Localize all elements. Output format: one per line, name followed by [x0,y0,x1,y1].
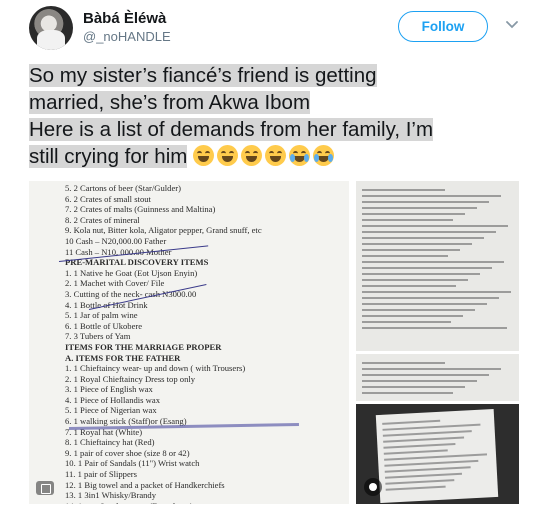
blurred-line [362,380,477,382]
blurred-line [362,231,497,233]
author-name[interactable]: Bàbá Èléwà [83,10,166,27]
blurred-line [362,279,468,281]
document-line: 8. 1 Chieftaincy hat (Red) [65,437,155,448]
blurred-line [362,213,465,215]
document-line: 6. 1 Bottle of Ukobere [65,320,143,331]
emoji-row [187,145,337,168]
document-line: 9. 1 pair of cover shoe (size 8 or 42) [65,447,190,458]
blurred-line [362,297,500,299]
tweet-text-line: So my sister’s fiancé’s friend is gettin… [29,64,377,87]
document-line: PRE-MARITAL DISCOVERY ITEMS [65,257,209,268]
blurred-document-lines [362,189,513,333]
document-line: 4. 1 Piece of Hollandis wax [65,394,160,405]
document-photo-middle-right[interactable] [356,354,519,401]
image-badge-icon [36,481,54,495]
blurred-line [384,466,471,473]
blurred-line [362,243,473,245]
blurred-line [362,362,446,364]
author-handle[interactable]: @_noHANDLE [83,29,171,44]
blurred-line [362,291,512,293]
chevron-down-icon[interactable] [505,18,519,32]
follow-button[interactable]: Follow [398,11,488,42]
blurred-line [382,419,441,425]
blurred-line [385,485,447,491]
blurred-document-lines [362,362,513,398]
blurred-line [383,436,464,443]
blurred-line [362,267,492,269]
document-line: 3. Cutting of the neck- cash N3000.00 [65,288,197,299]
blurred-line [385,479,455,485]
image-badge-icon [364,478,382,496]
document-photo-top-right[interactable] [356,181,519,351]
sob-emoji [313,145,335,166]
blurred-line [362,273,480,275]
blurred-line [362,309,476,311]
document-text: 5. 2 Cartons of beer (Star/Gulder) 6. 2 C… [65,183,349,504]
document-line: 5. 1 Piece of Nigerian wax [65,405,157,416]
tweet-header: Bàbá Èléwà @_noHANDLE Follow [0,0,550,56]
blurred-line [362,327,507,329]
blurred-line [362,249,461,251]
blurred-line [385,472,463,479]
tweet-text: So my sister’s fiancé’s friend is gettin… [29,62,529,170]
tweet-text-line: married, she’s from Akwa Ibom [29,91,311,114]
document-line: 8. 2 Crates of mineral [65,214,140,225]
document-line: 5. 1 Jar of palm wine [65,310,138,321]
document-line: 14. 1 set of under wears (Extra large) [65,501,349,504]
document-photo-bottom-right[interactable] [356,404,519,504]
blurred-line [362,225,509,227]
blurred-line [362,321,452,323]
joy-emoji [241,145,263,166]
document-line: 5. 2 Cartons of beer (Star/Gulder) [65,183,181,193]
paper-sheet [375,408,499,504]
blurred-line [362,255,449,257]
blurred-line [362,237,485,239]
blurred-line [362,285,456,287]
joy-emoji [265,145,287,166]
document-line: 11. 1 pair of Slippers [65,469,138,480]
blurred-line [362,261,504,263]
document-line: ITEMS FOR THE MARRIAGE PROPER [65,341,222,352]
document-line: 7. 2 Crates of malts (Guinness and Malti… [65,204,216,215]
document-line: 3. 1 Piece of English wax [65,384,153,395]
blurred-line [362,386,465,388]
joy-emoji [193,145,215,166]
document-line: 9. Kola nut, Bitter kola, Aligator peppe… [65,225,262,236]
document-line: A. ITEMS FOR THE FATHER [65,352,181,363]
document-line: 12. 1 Big towel and a packet of Handkerc… [65,479,225,490]
blurred-line [362,374,489,376]
blurred-line [362,189,446,191]
media-grid: 5. 2 Cartons of beer (Star/Gulder) 6. 2 C… [29,181,519,504]
blurred-line [383,443,456,449]
document-line: 1. 1 Native he Goat (Eot Ujson Enyin) [65,267,198,278]
blurred-document-lines [382,417,492,494]
document-line: 2. 1 Royal Chieftaincy Dress top only [65,373,196,384]
blurred-line [362,368,501,370]
document-line: 10. 1 Pair of Sandals (11") Wrist watch [65,458,200,469]
blurred-line [362,303,488,305]
blurred-line [383,449,448,455]
blurred-line [362,392,453,394]
joy-emoji [217,145,239,166]
document-photo-main[interactable]: 5. 2 Cartons of beer (Star/Gulder) 6. 2 C… [29,181,349,504]
sob-emoji [289,145,311,166]
document-line: 13. 1 3in1 Whisky/Brandy [65,490,157,501]
tweet-text-line: still crying for him [29,143,529,170]
document-line: 2. 1 Machet with Cover/ File [65,278,165,289]
blurred-line [362,219,453,221]
document-line: 7. 3 Tubers of Yam [65,331,131,342]
blurred-line [382,430,472,437]
blurred-line [362,207,477,209]
author-avatar[interactable] [29,6,73,50]
blurred-line [362,195,501,197]
tweet-text-line: Here is a list of demands from her famil… [29,118,434,141]
document-line: 6. 2 Crates of small stout [65,193,151,204]
blurred-line [362,315,464,317]
blurred-line [362,201,489,203]
document-line: 1. 1 Chieftaincy wear- up and down ( wit… [65,363,246,374]
